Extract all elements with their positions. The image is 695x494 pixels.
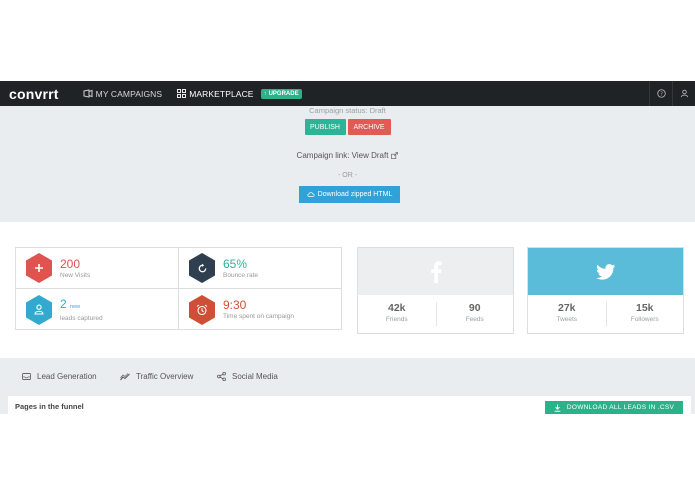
stat-value-number: 2 — [60, 296, 67, 311]
twitter-card-header — [528, 248, 683, 295]
campaign-link-label: Campaign link: View Draft — [296, 151, 389, 160]
user-menu-button[interactable] — [672, 81, 695, 106]
twitter-tweets-label: Tweets — [556, 316, 578, 323]
campaign-link[interactable]: Campaign link: View Draft — [0, 151, 695, 160]
plus-icon — [35, 264, 43, 272]
publish-button[interactable]: PUBLISH — [304, 119, 346, 135]
external-link-icon — [391, 152, 399, 159]
facebook-card-body: 42k Friends 90 Feeds — [358, 295, 513, 335]
funnel-panel: Pages in the funnel DOWNLOAD ALL LEADS I… — [8, 396, 691, 414]
stat-badge — [187, 252, 217, 284]
stat-label: leads captured — [60, 314, 103, 322]
twitter-card-body: 27k Tweets 15k Followers — [528, 295, 683, 335]
nav-my-campaigns[interactable]: MY CAMPAIGNS — [83, 89, 163, 99]
campaigns-icon — [83, 89, 93, 99]
stat-value: 2 new — [60, 296, 103, 314]
help-button[interactable]: ? — [649, 81, 672, 106]
top-right-actions: ? — [649, 81, 695, 106]
upgrade-button[interactable]: ↑ UPGRADE — [260, 88, 302, 99]
grid-icon — [176, 89, 186, 99]
tab-social-media[interactable]: Social Media — [217, 372, 278, 381]
stat-label: Bounce rate — [223, 271, 259, 279]
facebook-feeds-value: 90 — [468, 302, 481, 314]
nav-marketplace[interactable]: MARKETPLACE — [176, 89, 253, 99]
share-icon — [217, 372, 226, 381]
stat-new-visits: 200 New Visits — [16, 248, 179, 289]
arrow-up-icon: ↑ — [263, 90, 267, 97]
nav-my-campaigns-label: MY CAMPAIGNS — [95, 88, 163, 99]
stat-leads-captured: 2 new leads captured — [16, 289, 179, 330]
new-badge: new — [70, 303, 81, 310]
facebook-card: 42k Friends 90 Feeds — [357, 247, 514, 334]
stat-label: Time spent on campaign — [223, 313, 294, 320]
download-html-button[interactable]: Download zipped HTML — [299, 186, 400, 203]
facebook-friends-label: Friends — [385, 316, 408, 323]
stat-badge — [187, 294, 217, 326]
funnel-title: Pages in the funnel — [15, 402, 84, 411]
refresh-icon — [198, 263, 206, 272]
twitter-followers: 15k Followers — [605, 302, 684, 326]
top-navbar: convrrt MY CAMPAIGNS MARKETPLACE ↑ UPGRA… — [0, 81, 695, 106]
facebook-feeds-label: Feeds — [465, 316, 484, 323]
status-actions: PUBLISH ARCHIVE — [0, 119, 695, 135]
help-icon: ? — [656, 89, 666, 98]
tab-traffic-overview[interactable]: Traffic Overview — [120, 372, 193, 381]
app-logo[interactable]: convrrt — [9, 86, 59, 102]
campaign-status-panel: Campaign status: Draft PUBLISH ARCHIVE C… — [0, 106, 695, 222]
facebook-feeds: 90 Feeds — [435, 302, 514, 326]
stat-bounce-rate: 65% Bounce rate — [179, 248, 342, 289]
twitter-card: 27k Tweets 15k Followers — [527, 247, 684, 334]
inbox-icon — [22, 373, 31, 380]
stat-value: 65% — [223, 256, 248, 271]
twitter-tweets: 27k Tweets — [528, 295, 606, 335]
stat-value: 9:30 — [223, 298, 247, 312]
tab-traffic-overview-label: Traffic Overview — [136, 372, 194, 381]
archive-button[interactable]: ARCHIVE — [347, 119, 391, 135]
twitter-followers-label: Followers — [630, 316, 659, 323]
facebook-icon — [430, 260, 442, 283]
campaign-status-text: Campaign status: Draft — [309, 106, 386, 115]
stat-badge — [24, 252, 54, 284]
user-icon — [680, 89, 688, 98]
upgrade-label: UPGRADE — [268, 90, 299, 97]
facebook-friends: 42k Friends — [358, 295, 436, 335]
facebook-card-header — [358, 248, 513, 295]
or-divider: - OR - — [337, 172, 358, 179]
alarm-clock-icon — [196, 304, 208, 315]
trend-icon — [120, 372, 130, 380]
download-leads-button[interactable]: DOWNLOAD ALL LEADS IN .CSV — [545, 401, 683, 414]
stat-badge — [24, 294, 54, 326]
cloud-download-icon — [307, 192, 315, 197]
stats-grid: 200 New Visits 65% Bounce rate 2 new lea… — [15, 247, 342, 330]
tab-social-media-label: Social Media — [232, 372, 278, 381]
download-html-label: Download zipped HTML — [317, 191, 393, 198]
download-icon — [554, 404, 561, 412]
download-leads-label: DOWNLOAD ALL LEADS IN .CSV — [566, 404, 675, 411]
twitter-tweets-value: 27k — [557, 302, 576, 314]
users-icon — [34, 304, 44, 315]
svg-text:?: ? — [660, 91, 663, 97]
stat-time-spent: 9:30 Time spent on campaign — [179, 289, 342, 330]
tab-lead-generation-label: Lead Generation — [37, 372, 97, 381]
stat-label: New Visits — [60, 271, 91, 279]
app-root: convrrt MY CAMPAIGNS MARKETPLACE ↑ UPGRA… — [0, 0, 695, 494]
facebook-friends-value: 42k — [387, 302, 406, 314]
twitter-followers-value: 15k — [635, 302, 654, 314]
tab-lead-generation[interactable]: Lead Generation — [22, 372, 97, 381]
stat-value: 200 — [60, 256, 81, 271]
nav-marketplace-label: MARKETPLACE — [189, 88, 254, 99]
twitter-icon — [595, 263, 615, 280]
